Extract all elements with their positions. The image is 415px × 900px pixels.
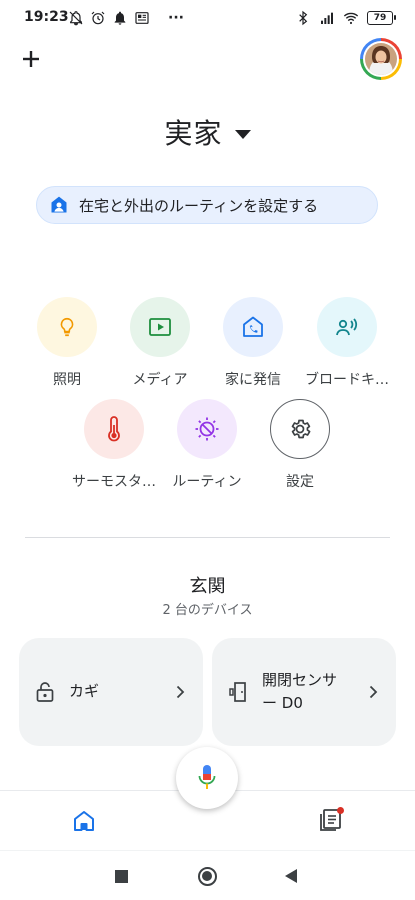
action-broadcast-circle <box>317 297 377 357</box>
wifi-icon <box>343 12 359 25</box>
routine-setup-chip[interactable]: 在宅と外出のルーティンを設定する <box>36 186 378 224</box>
home-call-icon <box>243 316 263 337</box>
action-routine-label: ルーティン <box>172 474 242 490</box>
lock-icon <box>36 682 54 702</box>
broadcast-icon <box>336 318 358 336</box>
home-selector[interactable]: 実家 <box>0 112 415 152</box>
avatar[interactable] <box>360 38 402 80</box>
home-person-icon <box>51 196 67 213</box>
device-door-sensor-label-line2: ー D0 <box>262 694 303 712</box>
door-sensor-icon <box>229 682 246 702</box>
bluetooth-icon <box>299 10 308 26</box>
status-right-icons: 79 <box>295 9 396 27</box>
battery-level: 79 <box>373 12 387 23</box>
action-lighting-circle <box>37 297 97 357</box>
action-call-home[interactable]: 家に発信 <box>203 297 303 389</box>
room-device-count: 2 台のデバイス <box>162 603 253 618</box>
battery-icon: 79 <box>367 11 396 25</box>
action-thermostat-label: サーモスタ… <box>72 474 156 490</box>
section-divider <box>25 537 390 538</box>
routine-chip-label: 在宅と外出のルーティンを設定する <box>79 196 319 215</box>
action-broadcast-label: ブロードキ… <box>305 372 389 388</box>
system-nav-bar <box>0 850 415 900</box>
caret-down-icon <box>234 129 251 139</box>
chevron-right-icon <box>176 685 185 699</box>
avatar-ring <box>363 41 399 77</box>
action-media-label: メディア <box>132 372 188 388</box>
lightbulb-icon <box>60 317 74 337</box>
action-routine-circle <box>177 399 237 459</box>
status-more: ··· <box>168 10 184 26</box>
chevron-right-icon <box>369 685 378 699</box>
device-card-lock[interactable]: カギ <box>19 638 203 746</box>
status-left-icons: ··· <box>68 8 184 28</box>
action-media[interactable]: メディア <box>110 297 210 389</box>
room-title: 玄関 <box>189 576 226 597</box>
device-card-door-sensor[interactable]: 開閉センサー D0 <box>212 638 396 746</box>
status-time: 19:23 <box>24 9 69 25</box>
mic-button[interactable] <box>176 747 238 809</box>
action-thermostat[interactable]: サーモスタ… <box>64 399 164 491</box>
action-settings-label: 設定 <box>286 474 314 490</box>
home-icon[interactable] <box>72 809 96 833</box>
alarm-icon <box>91 11 105 25</box>
status-bar: 19:23 ··· 79 <box>0 0 415 36</box>
action-settings-circle <box>270 399 330 459</box>
recents-button[interactable] <box>115 870 128 883</box>
nav-feed-tab[interactable] <box>318 807 344 833</box>
thermostat-icon <box>108 416 120 442</box>
routine-icon <box>195 417 219 441</box>
back-button[interactable] <box>285 869 297 883</box>
action-lighting-label: 照明 <box>53 372 81 388</box>
system-home-button[interactable] <box>198 867 217 886</box>
device-door-sensor-label-line1: 開閉センサ <box>262 670 338 689</box>
plus-icon[interactable] <box>18 46 44 72</box>
avatar-photo <box>365 43 397 75</box>
notification-badge <box>337 807 344 814</box>
action-media-circle <box>130 297 190 357</box>
action-thermostat-circle <box>84 399 144 459</box>
action-call-home-label: 家に発信 <box>225 372 281 388</box>
home-title: 実家 <box>164 117 223 150</box>
action-call-home-circle <box>223 297 283 357</box>
action-settings[interactable]: 設定 <box>250 399 350 491</box>
signal-icon <box>321 12 333 24</box>
bell-icon <box>114 11 126 25</box>
mic-icon <box>198 765 216 789</box>
action-routine[interactable]: ルーティン <box>157 399 257 491</box>
action-lighting[interactable]: 照明 <box>17 297 117 389</box>
device-lock-label: カギ <box>69 682 100 701</box>
gear-icon <box>291 419 311 439</box>
action-broadcast[interactable]: ブロードキ… <box>297 297 397 389</box>
notifications-off-icon <box>69 11 83 26</box>
news-icon <box>135 12 149 24</box>
device-door-sensor-label: 開閉センサー D0 <box>262 669 337 716</box>
media-play-icon <box>149 318 171 336</box>
